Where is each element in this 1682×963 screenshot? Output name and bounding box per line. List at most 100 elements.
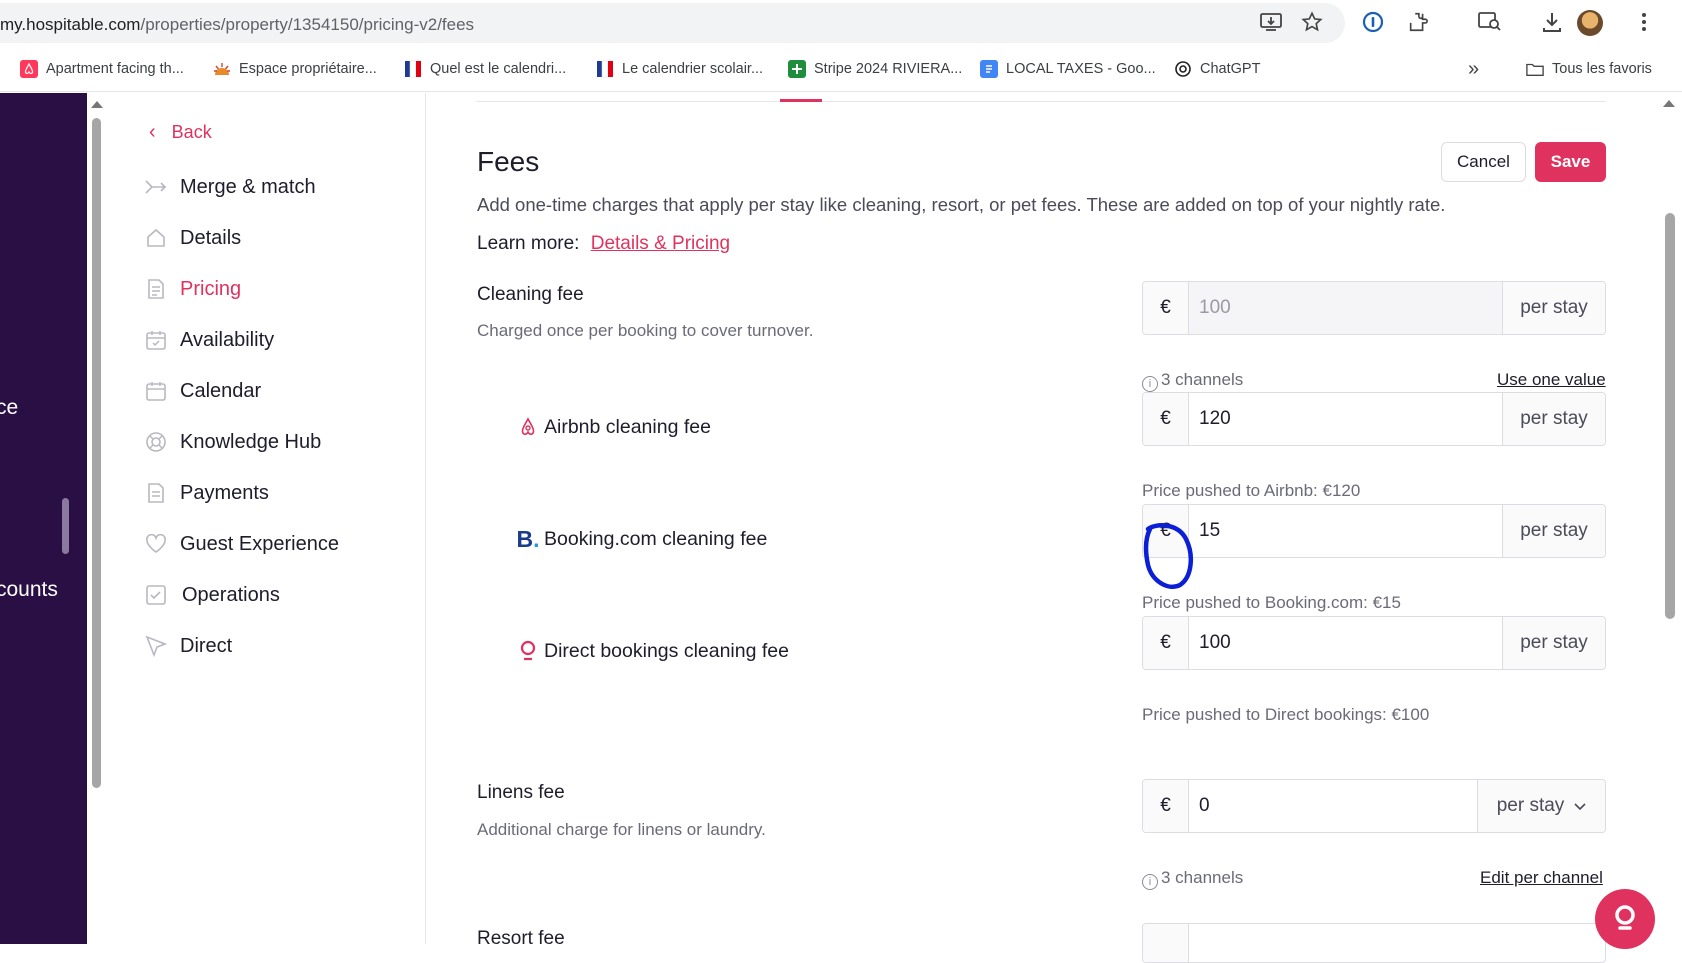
calendar-icon: [144, 379, 168, 403]
install-app-icon[interactable]: [1259, 10, 1283, 34]
page-scrollbar[interactable]: [1665, 213, 1675, 619]
chevron-down-icon: [1574, 795, 1586, 817]
sidebar-item-pricing[interactable]: Pricing: [144, 274, 241, 304]
scroll-up-arrow-icon[interactable]: [1663, 100, 1675, 107]
cleaning-fee-title: Cleaning fee: [477, 284, 584, 305]
receipt-icon: [144, 481, 168, 505]
sidebar-item-label: Knowledge Hub: [180, 430, 322, 453]
tab-search-icon[interactable]: [1478, 10, 1502, 34]
linens-channels-info: i3 channels: [1142, 868, 1243, 890]
direct-cleaning-fee-label: Direct bookings cleaning fee: [516, 639, 789, 663]
unit-select-value: per stay: [1496, 795, 1565, 816]
docs-icon: [980, 60, 998, 78]
save-button[interactable]: Save: [1535, 142, 1606, 182]
profile-avatar[interactable]: [1577, 10, 1603, 36]
booking-cleaning-fee-field[interactable]: € per stay: [1142, 504, 1606, 558]
sidebar-item-availability[interactable]: Availability: [144, 325, 274, 355]
resort-fee-title: Resort fee: [477, 928, 565, 949]
direct-cleaning-fee-field[interactable]: € per stay: [1142, 616, 1606, 670]
bookmark-item[interactable]: Espace propriétaire...: [213, 58, 377, 80]
sidebar-item-label: Availability: [180, 328, 275, 351]
checkbox-icon: [144, 583, 168, 607]
url-text[interactable]: my.hospitable.com/properties/property/13…: [0, 15, 474, 35]
booking-pushed-price: Price pushed to Booking.com: €15: [1142, 593, 1401, 612]
bookmark-item[interactable]: ChatGPT: [1174, 58, 1260, 80]
unit-select[interactable]: per stay: [1477, 780, 1605, 832]
channel-label: Direct bookings cleaning fee: [544, 639, 789, 662]
learn-more-label: Learn more:: [477, 233, 580, 254]
bookmark-item[interactable]: Apartment facing th...: [20, 58, 184, 80]
folder-icon: [1526, 60, 1544, 78]
page-title: Fees: [477, 146, 540, 177]
bookmark-item[interactable]: Le calendrier scolair...: [596, 58, 763, 80]
sun-logo-icon: [213, 60, 231, 78]
home-icon: [144, 226, 168, 250]
french-flag-icon: [596, 60, 614, 78]
sidebar-item-details[interactable]: Details: [144, 223, 241, 253]
cleaning-channels-info: i3 channels: [1142, 370, 1243, 392]
unit-label: per stay: [1502, 505, 1605, 557]
currency-label: [1143, 924, 1189, 962]
sheets-icon: [788, 60, 806, 78]
bookmarks-bar: Apartment facing th... Espace propriétai…: [0, 46, 1682, 92]
sidebar-item-direct[interactable]: Direct: [144, 631, 232, 661]
linens-fee-input[interactable]: [1189, 780, 1477, 832]
edit-per-channel-link[interactable]: Edit per channel: [1480, 868, 1603, 888]
rail-item-label[interactable]: counts: [0, 578, 58, 602]
airbnb-cleaning-fee-input[interactable]: [1189, 393, 1502, 445]
bookmark-item[interactable]: Stripe 2024 RIVIERA...: [788, 58, 962, 80]
use-one-value-link[interactable]: Use one value: [1497, 370, 1606, 390]
address-bar[interactable]: my.hospitable.com/properties/property/13…: [0, 3, 1345, 43]
sidebar-item-label: Guest Experience: [180, 532, 339, 555]
cleaning-fee-input[interactable]: [1189, 282, 1502, 334]
direct-pushed-price: Price pushed to Direct bookings: €100: [1142, 705, 1430, 724]
linens-fee-field[interactable]: € per stay: [1142, 779, 1606, 833]
direct-cleaning-fee-input[interactable]: [1189, 617, 1502, 669]
download-icon[interactable]: [1540, 10, 1564, 34]
currency-label: €: [1143, 780, 1189, 832]
cancel-button[interactable]: Cancel: [1441, 142, 1526, 182]
rail-item-label[interactable]: ce: [0, 396, 18, 420]
sidebar-item-guest-experience[interactable]: Guest Experience: [144, 529, 339, 559]
sidebar-item-merge-match[interactable]: Merge & match: [144, 172, 316, 202]
cleaning-fee-field[interactable]: € per stay: [1142, 281, 1606, 335]
details-pricing-link[interactable]: Details & Pricing: [591, 233, 730, 254]
learn-more: Learn more: Details & Pricing: [477, 233, 730, 255]
booking-icon: B.: [516, 525, 540, 552]
sidebar-item-knowledge-hub[interactable]: Knowledge Hub: [144, 427, 321, 457]
menu-kebab-icon[interactable]: [1632, 10, 1656, 34]
password-manager-icon[interactable]: [1361, 10, 1385, 34]
booking-cleaning-fee-input[interactable]: [1189, 505, 1502, 557]
scroll-up-arrow-icon[interactable]: [91, 101, 103, 108]
help-chat-button[interactable]: [1595, 889, 1655, 949]
currency-label: €: [1143, 617, 1189, 669]
airbnb-cleaning-fee-field[interactable]: € per stay: [1142, 392, 1606, 446]
linens-fee-subtitle: Additional charge for linens or laundry.: [477, 820, 766, 839]
channel-label: Airbnb cleaning fee: [544, 415, 711, 438]
sidebar-item-label: Direct: [180, 634, 233, 657]
bookmark-item[interactable]: Quel est le calendri...: [404, 58, 566, 80]
sidebar-item-payments[interactable]: Payments: [144, 478, 269, 508]
sidebar-scrollbar[interactable]: [92, 118, 101, 788]
channels-count: 3 channels: [1161, 868, 1244, 887]
all-bookmarks-folder[interactable]: Tous les favoris: [1526, 58, 1652, 80]
currency-label: €: [1143, 505, 1189, 557]
airbnb-cleaning-fee-label: Airbnb cleaning fee: [516, 415, 711, 439]
extensions-icon[interactable]: [1406, 10, 1430, 34]
booking-cleaning-fee-label: B. Booking.com cleaning fee: [516, 525, 767, 552]
chevron-left-icon: ‹: [149, 121, 156, 143]
cleaning-fee-subtitle: Charged once per booking to cover turnov…: [477, 321, 814, 340]
fees-panel: Fees Cancel Save Add one-time charges th…: [426, 93, 1668, 963]
bookmark-item[interactable]: LOCAL TAXES - Goo...: [980, 58, 1156, 80]
resort-fee-field[interactable]: [1142, 923, 1606, 963]
rail-scrollbar[interactable]: [62, 498, 69, 554]
more-bookmarks-icon[interactable]: »: [1468, 58, 1479, 80]
back-link[interactable]: ‹ Back: [149, 121, 212, 144]
airbnb-icon: [20, 60, 38, 78]
sidebar-item-operations[interactable]: Operations: [144, 580, 280, 610]
currency-label: €: [1143, 282, 1189, 334]
resort-fee-input[interactable]: [1189, 924, 1605, 962]
merge-icon: [144, 175, 168, 199]
sidebar-item-calendar[interactable]: Calendar: [144, 376, 261, 406]
bookmark-star-icon[interactable]: [1300, 10, 1324, 34]
